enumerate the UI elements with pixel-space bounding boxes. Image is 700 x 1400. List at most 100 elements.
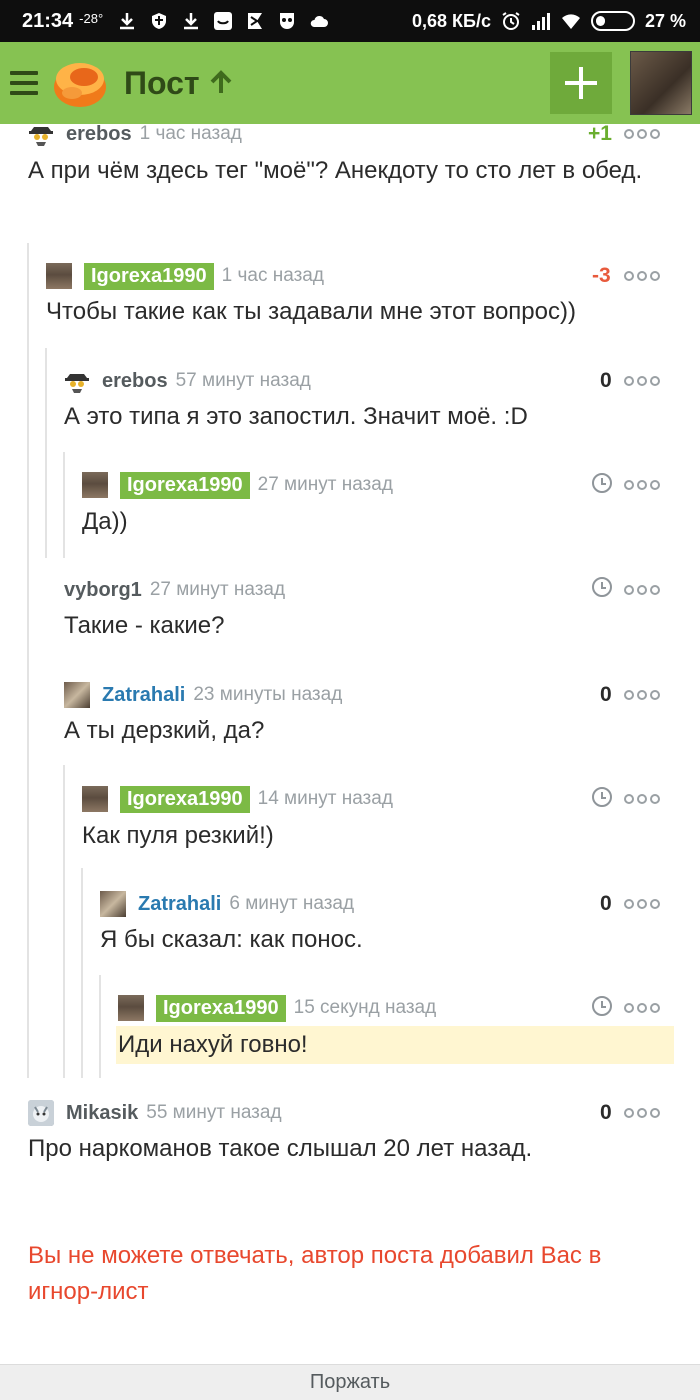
- comment-time: 27 минут назад: [257, 474, 393, 495]
- comment-time: 23 минуты назад: [193, 684, 343, 705]
- thread-line: [81, 868, 83, 1078]
- more-options-icon[interactable]: [624, 584, 660, 596]
- comment-author[interactable]: Mikasik: [66, 1102, 138, 1125]
- thread-line: [45, 348, 47, 558]
- comment-text: А это типа я это запостил. Значит моё. :…: [64, 403, 528, 430]
- avatar[interactable]: [28, 1100, 54, 1126]
- comment-meta: Igorexa1990 1 час назад: [46, 261, 324, 291]
- comment-author[interactable]: vyborg1: [64, 579, 142, 602]
- menu-icon[interactable]: [10, 71, 38, 95]
- avatar[interactable]: [64, 368, 90, 394]
- comment-meta: Mikasik 55 минут назад: [28, 1098, 282, 1128]
- comment-text: А ты дерзкий, да?: [64, 717, 265, 744]
- arrow-up-icon[interactable]: [208, 70, 234, 96]
- comment-text-highlighted: Иди нахуй говно!: [116, 1026, 674, 1064]
- mask-app-icon: [280, 13, 295, 29]
- bottom-bar[interactable]: Поржать: [0, 1364, 700, 1400]
- more-options-icon[interactable]: [624, 479, 660, 491]
- ignore-list-warning: Вы не можете отвечать, автор поста добав…: [28, 1242, 602, 1305]
- more-options-icon[interactable]: [624, 128, 660, 140]
- status-right: 0,68 КБ/с 27 %: [412, 11, 686, 32]
- cloud-icon: [310, 15, 329, 27]
- more-options-icon[interactable]: [624, 375, 660, 387]
- status-temperature: -28°: [79, 10, 104, 26]
- comment-time: 1 час назад: [139, 123, 242, 144]
- comment-time: 27 минут назад: [149, 579, 286, 600]
- thread-line: [63, 452, 65, 558]
- battery-percent: 27 %: [644, 10, 686, 31]
- avatar[interactable]: [46, 263, 72, 289]
- comment-meta: Igorexa1990 27 минут назад: [82, 470, 393, 500]
- wifi-icon: [561, 14, 580, 29]
- more-options-icon[interactable]: [624, 270, 660, 282]
- comment-text: Чтобы такие как ты задавали мне этот воп…: [46, 298, 576, 325]
- user-avatar[interactable]: [630, 51, 692, 115]
- thread-line: [99, 975, 101, 1078]
- shield-app-icon: [152, 13, 167, 29]
- status-time: 21:34: [22, 9, 74, 32]
- comment-text: Да)): [82, 508, 128, 535]
- comment-score: 0: [600, 892, 612, 915]
- comment-author[interactable]: Igorexa1990: [156, 994, 286, 1022]
- alarm-icon: [502, 12, 520, 30]
- comment-time: 1 час назад: [221, 265, 324, 286]
- comment-author[interactable]: Zatrahali: [138, 893, 221, 916]
- comment-meta: vyborg1 27 минут назад: [64, 575, 285, 605]
- add-post-button[interactable]: [550, 52, 612, 114]
- comment-author[interactable]: erebos: [102, 370, 168, 393]
- avatar[interactable]: [82, 786, 108, 812]
- thread-line: [27, 243, 29, 1078]
- avatar[interactable]: [100, 891, 126, 917]
- comment-meta: erebos 1 час назад: [28, 119, 242, 149]
- comment-meta: Igorexa1990 15 секунд назад: [118, 993, 436, 1023]
- comment-author[interactable]: Igorexa1990: [120, 471, 250, 499]
- comment-text: Такие - какие?: [64, 612, 225, 639]
- more-options-icon[interactable]: [624, 1002, 660, 1014]
- comment-score: 0: [600, 1101, 612, 1124]
- more-options-icon[interactable]: [624, 689, 660, 701]
- comment-score: 0: [600, 369, 612, 392]
- comment-meta: erebos 57 минут назад: [64, 366, 311, 396]
- comment-author[interactable]: erebos: [66, 123, 132, 146]
- comment-author[interactable]: Zatrahali: [102, 684, 185, 707]
- smile-app-icon: [214, 12, 233, 30]
- more-options-icon[interactable]: [624, 1107, 660, 1119]
- avatar[interactable]: [118, 995, 144, 1021]
- comment-text: Про наркоманов такое слышал 20 лет назад…: [28, 1135, 533, 1162]
- comment-text: Как пуля резкий!): [82, 822, 274, 849]
- bottom-bar-label[interactable]: Поржать: [310, 1371, 390, 1394]
- more-options-icon[interactable]: [624, 793, 660, 805]
- comment-time: 57 минут назад: [175, 370, 311, 391]
- plus-icon: [565, 67, 597, 99]
- page-title: Пост: [124, 64, 200, 101]
- comment-score: -3: [592, 264, 611, 287]
- avatar[interactable]: [28, 121, 54, 147]
- status-bar: 21:34 -28° 0,68 КБ/с 27 %: [0, 0, 700, 42]
- signal-icon: [531, 13, 550, 30]
- clock-icon: [592, 787, 612, 807]
- download-icon: [184, 13, 199, 30]
- battery-icon: [590, 11, 635, 31]
- comment-time: 55 минут назад: [146, 1102, 282, 1123]
- comment-time: 14 минут назад: [257, 788, 393, 809]
- comment-score: +1: [588, 122, 612, 145]
- avatar[interactable]: [82, 472, 108, 498]
- comment-score: 0: [600, 683, 612, 706]
- pikabu-logo[interactable]: [52, 55, 108, 111]
- comment-meta: Zatrahali 6 минут назад: [100, 889, 354, 919]
- download-icon: [120, 13, 135, 30]
- battery-fill: [595, 16, 605, 26]
- clock-icon: [592, 996, 612, 1016]
- comment-time: 6 минут назад: [229, 893, 355, 914]
- more-options-icon[interactable]: [624, 898, 660, 910]
- comment-text: А при чём здесь тег "моё"? Анекдоту то с…: [28, 157, 643, 184]
- app-header: Пост: [0, 42, 700, 124]
- comment-meta: Igorexa1990 14 минут назад: [82, 784, 393, 814]
- comment-text: Я бы сказал: как понос.: [100, 926, 363, 953]
- clock-icon: [592, 473, 612, 493]
- comment-time: 15 секунд назад: [293, 997, 437, 1018]
- comment-author[interactable]: Igorexa1990: [84, 262, 214, 290]
- clock-icon: [592, 577, 612, 597]
- comment-author[interactable]: Igorexa1990: [120, 785, 250, 813]
- avatar[interactable]: [64, 682, 90, 708]
